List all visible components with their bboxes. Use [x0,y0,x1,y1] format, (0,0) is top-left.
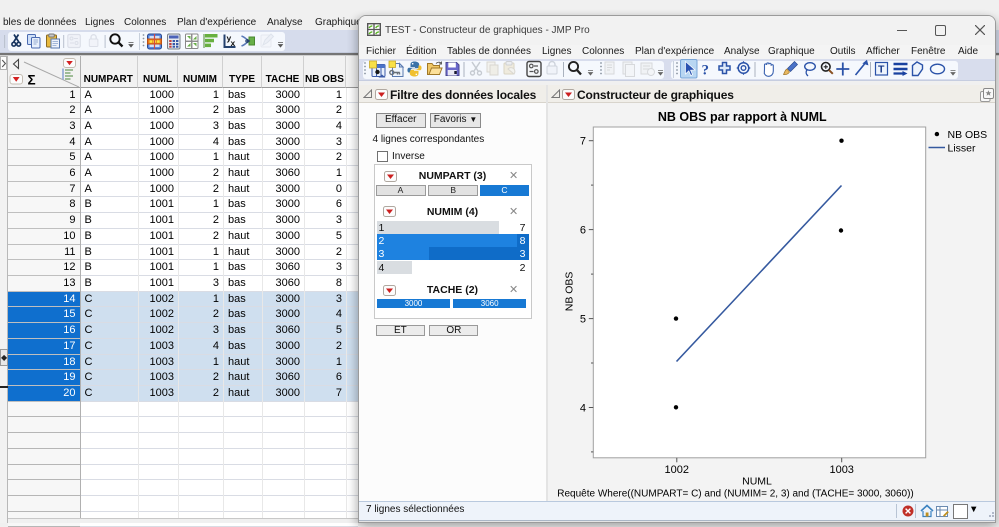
svg-text:5: 5 [580,314,586,326]
svg-text:x: x [231,38,236,48]
svg-text:NB OBS: NB OBS [564,272,576,312]
svg-text:7: 7 [580,136,586,148]
svg-text:Requête Where((NUMPART= C) and: Requête Where((NUMPART= C) and (NUMIM= 2… [557,489,914,500]
svg-text:NB OBS: NB OBS [948,129,988,141]
svg-text:4: 4 [580,403,586,415]
svg-text:1003: 1003 [829,464,853,476]
svg-text:T: T [878,64,885,76]
svg-text:1002: 1002 [665,464,689,476]
svg-text:NUML: NUML [742,476,772,488]
svg-text:6: 6 [580,225,586,237]
svg-text:Lisser: Lisser [948,143,977,155]
svg-text:Σ: Σ [28,73,36,88]
svg-text:?: ? [702,63,710,79]
svg-text:NB OBS par rapport à NUML: NB OBS par rapport à NUML [658,110,827,124]
